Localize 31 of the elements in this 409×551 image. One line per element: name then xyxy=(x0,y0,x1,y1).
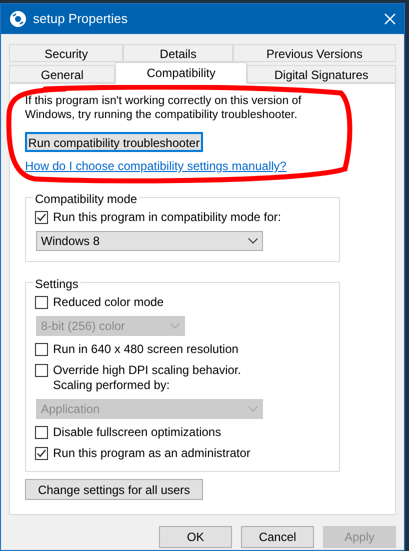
dialog-button[interactable]: OK xyxy=(159,526,232,548)
tab[interactable]: Details xyxy=(123,44,233,62)
close-icon[interactable] xyxy=(384,13,396,25)
checkbox-label: Run this program as an administrator xyxy=(53,446,250,461)
window-title: setup Properties xyxy=(33,10,128,28)
tab[interactable]: General xyxy=(9,65,116,83)
checkbox-label: Reduced color mode xyxy=(53,295,164,310)
checkbox[interactable] xyxy=(35,447,48,460)
intro-text: If this program isn't working correctly on this version of Windows, try running the compatibility troubleshooter. xyxy=(25,94,302,122)
checkbox[interactable] xyxy=(35,211,48,224)
help-link[interactable]: How do I choose compatibility settings manually? xyxy=(25,157,286,175)
tab[interactable]: Digital Signatures xyxy=(246,65,396,83)
dialog-button[interactable]: Cancel xyxy=(241,526,314,548)
checkbox-label: Disable fullscreen optimizations xyxy=(53,425,222,440)
chevron-down-icon xyxy=(248,238,258,244)
tab[interactable]: Security xyxy=(9,44,124,62)
chevron-down-icon xyxy=(248,406,258,412)
tab[interactable]: Compatibility xyxy=(115,62,247,84)
tab[interactable]: Previous Versions xyxy=(232,44,396,62)
checkbox[interactable] xyxy=(35,296,48,309)
checkbox[interactable] xyxy=(35,364,48,377)
troubleshooter-button[interactable]: Run compatibility troubleshooter xyxy=(25,132,203,152)
change-settings-button[interactable]: Change settings for all users xyxy=(25,479,203,500)
checkbox-label: Run this program in compatibility mode for: xyxy=(53,210,282,225)
chevron-down-icon xyxy=(170,323,180,329)
disc-icon xyxy=(9,10,27,28)
checkbox-label: Override high DPI scaling behavior. Scaling performed by: xyxy=(53,363,242,393)
dropdown[interactable]: Windows 8 xyxy=(36,231,263,251)
checkbox[interactable] xyxy=(35,426,48,439)
checkbox-label: Run in 640 x 480 screen resolution xyxy=(53,342,238,357)
checkbox[interactable] xyxy=(35,343,48,356)
